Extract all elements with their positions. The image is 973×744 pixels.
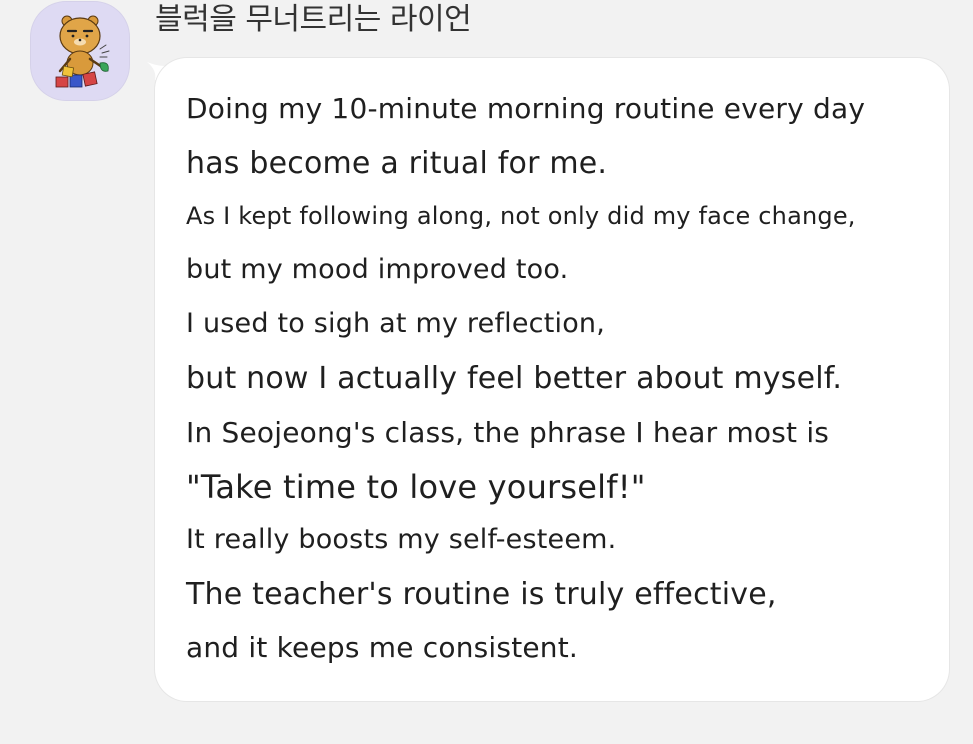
message-bubble[interactable]: Doing my 10-minute morning routine every… <box>155 58 949 701</box>
message-line: has become a ritual for me. <box>186 146 608 181</box>
message-line: In Seojeong's class, the phrase I hear m… <box>186 416 830 449</box>
message-line: The teacher's routine is truly effective… <box>186 577 777 612</box>
sender-name: 블럭을 무너트리는 라이언 <box>155 2 472 37</box>
avatar[interactable] <box>30 1 130 101</box>
message-line: but now I actually feel better about mys… <box>186 361 843 396</box>
message-line: Doing my 10-minute morning routine every… <box>186 92 866 125</box>
message-line: It really boosts my self-esteem. <box>186 524 617 555</box>
message-line: I used to sigh at my reflection, <box>186 308 606 339</box>
message-line: As I kept following along, not only did … <box>186 202 856 230</box>
ryan-lion-character-icon <box>55 15 110 88</box>
message-line: and it keeps me consistent. <box>186 631 579 664</box>
message-line: but my mood improved too. <box>186 254 569 285</box>
message-line: "Take time to love yourself!" <box>186 468 646 506</box>
